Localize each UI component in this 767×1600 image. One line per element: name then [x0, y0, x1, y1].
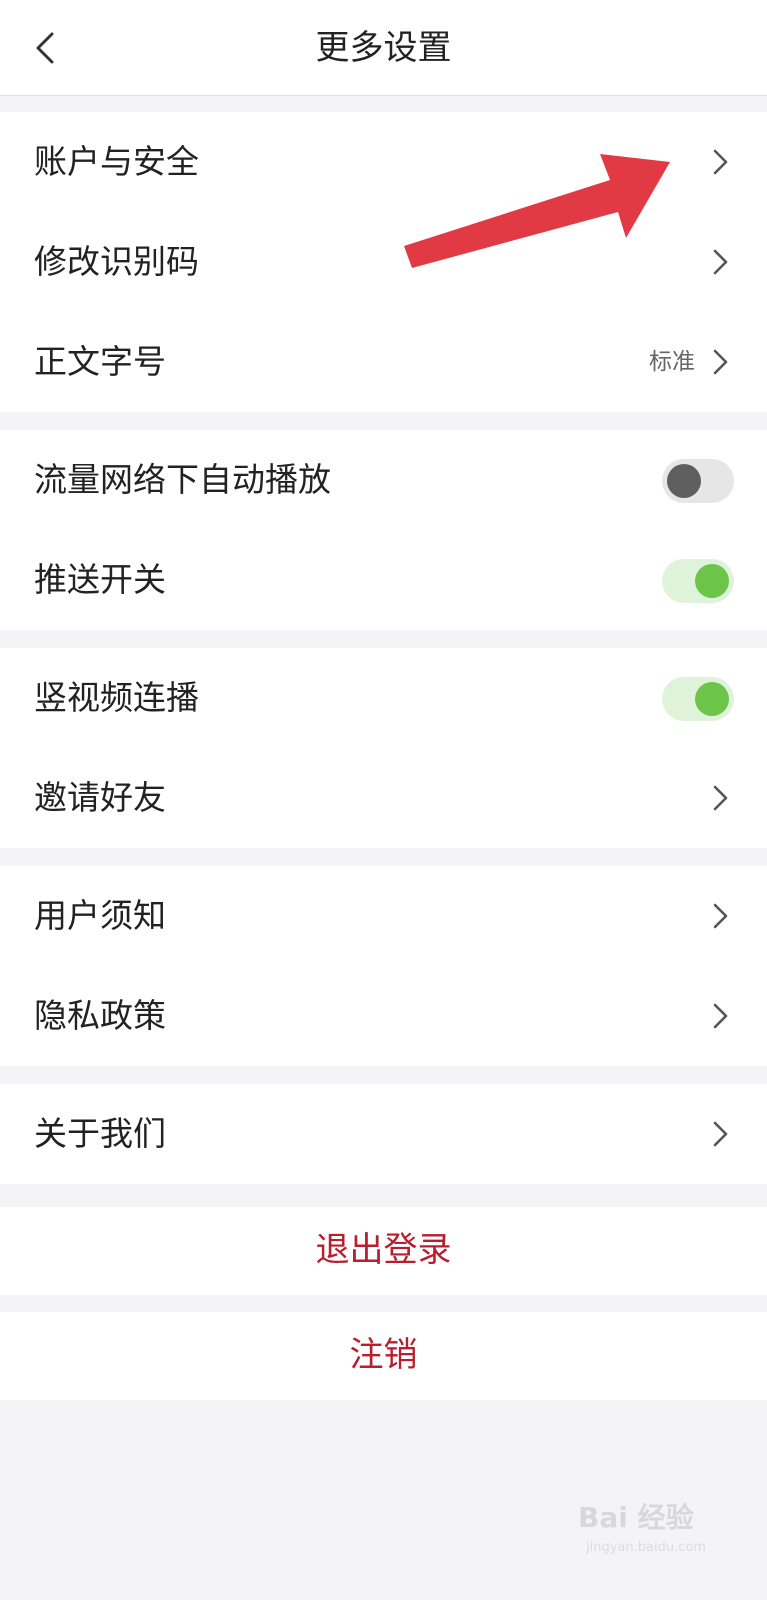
row-user-notice[interactable]: 用户须知 — [0, 866, 767, 966]
navigation-bar: 更多设置 — [0, 0, 767, 96]
logout-label: 退出登录 — [315, 1230, 452, 1270]
deregister-label: 注销 — [349, 1335, 418, 1375]
row-label: 推送开关 — [34, 560, 166, 599]
row-label: 用户须知 — [34, 896, 166, 935]
chevron-right-icon — [713, 149, 728, 175]
chevron-right-icon — [713, 785, 728, 811]
row-label: 竖视频连播 — [34, 678, 199, 717]
row-label: 隐私政策 — [34, 996, 166, 1035]
chevron-right-icon — [713, 349, 728, 375]
settings-group-playback: 流量网络下自动播放 推送开关 — [0, 430, 767, 630]
deregister-button[interactable]: 注销 — [0, 1312, 767, 1400]
vertical-video-toggle[interactable] — [662, 677, 734, 721]
settings-group-about: 关于我们 — [0, 1084, 767, 1184]
toggle-knob — [695, 682, 729, 716]
row-autoplay-cellular: 流量网络下自动播放 — [0, 430, 767, 530]
watermark: Bai 经验 jingyan.baidu.com — [578, 1490, 728, 1570]
chevron-right-icon — [713, 903, 728, 929]
toggle-knob — [695, 564, 729, 598]
chevron-right-icon — [713, 249, 728, 275]
settings-group-legal: 用户须知 隐私政策 — [0, 866, 767, 1066]
watermark-text: Bai 经验 — [578, 1501, 694, 1534]
row-label: 流量网络下自动播放 — [34, 460, 331, 499]
chevron-right-icon — [713, 1121, 728, 1147]
row-invite-friends[interactable]: 邀请好友 — [0, 748, 767, 848]
red-arrow-icon — [404, 154, 670, 268]
row-vertical-video-autoplay: 竖视频连播 — [0, 648, 767, 748]
row-font-size[interactable]: 正文字号 标准 — [0, 312, 767, 412]
row-label: 邀请好友 — [34, 778, 166, 817]
row-about-us[interactable]: 关于我们 — [0, 1084, 767, 1184]
logout-button[interactable]: 退出登录 — [0, 1207, 767, 1295]
push-switch-toggle[interactable] — [662, 559, 734, 603]
row-label: 账户与安全 — [34, 142, 199, 181]
page-title: 更多设置 — [315, 28, 452, 68]
row-label: 正文字号 — [34, 342, 166, 381]
settings-group-video: 竖视频连播 邀请好友 — [0, 648, 767, 848]
font-size-value: 标准 — [649, 349, 695, 375]
row-push-switch: 推送开关 — [0, 530, 767, 630]
row-label: 关于我们 — [34, 1114, 166, 1153]
row-label: 修改识别码 — [34, 242, 199, 281]
row-privacy-policy[interactable]: 隐私政策 — [0, 966, 767, 1066]
watermark-sub: jingyan.baidu.com — [586, 1540, 706, 1555]
toggle-knob — [667, 464, 701, 498]
autoplay-cellular-toggle[interactable] — [662, 459, 734, 503]
chevron-right-icon — [713, 1003, 728, 1029]
